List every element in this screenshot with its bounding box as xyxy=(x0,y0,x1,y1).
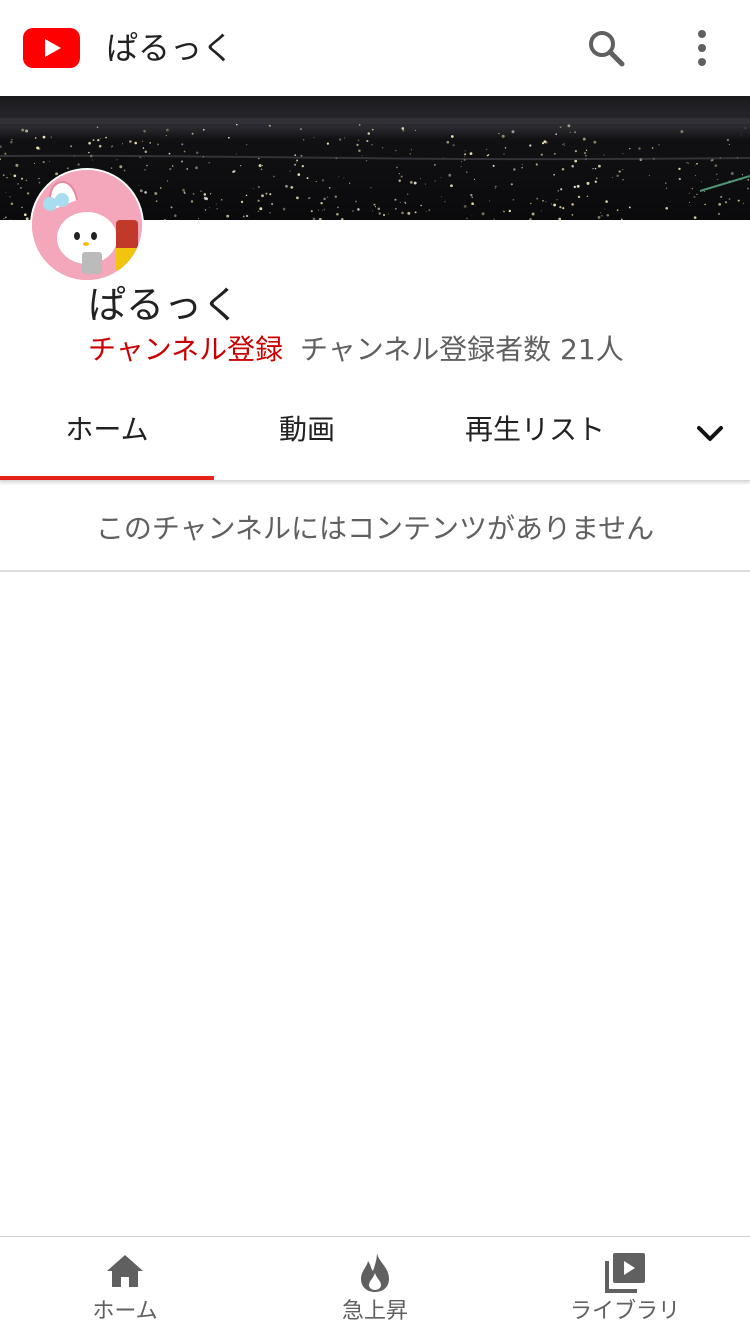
home-icon xyxy=(107,1255,143,1287)
top-app-bar: ぱるっく xyxy=(0,0,750,96)
tab-playlists[interactable]: 再生リスト xyxy=(420,384,650,480)
empty-content-message: このチャンネルにはコンテンツがありません xyxy=(0,482,750,572)
more-vert-icon[interactable] xyxy=(690,26,714,70)
nav-library-label: ライブラリ xyxy=(569,1299,680,1324)
nav-library[interactable]: ライブラリ xyxy=(500,1237,750,1335)
search-icon[interactable] xyxy=(584,26,628,70)
bottom-navigation: ホーム 急上昇 ライブラリ xyxy=(0,1236,750,1335)
nav-home[interactable]: ホーム xyxy=(0,1237,250,1335)
tab-home[interactable]: ホーム xyxy=(0,384,214,480)
subscribe-button[interactable]: チャンネル登録 xyxy=(88,330,283,370)
tab-playlists-label: 再生リスト xyxy=(464,413,605,446)
nav-trending-label: 急上昇 xyxy=(341,1299,408,1324)
library-icon xyxy=(605,1253,645,1293)
channel-name: ぱるっく xyxy=(88,283,241,327)
nav-home-label: ホーム xyxy=(92,1299,158,1324)
subscriber-count: チャンネル登録者数 21人 xyxy=(300,333,624,366)
channel-avatar[interactable] xyxy=(32,170,142,280)
trending-icon xyxy=(361,1253,389,1292)
tab-videos-label: 動画 xyxy=(278,413,335,446)
tab-home-label: ホーム xyxy=(65,413,149,446)
channel-tabs: ホーム 動画 再生リスト xyxy=(0,384,750,481)
active-tab-indicator xyxy=(0,476,214,480)
page-title: ぱるっく xyxy=(106,29,235,67)
chevron-down-icon[interactable] xyxy=(690,414,730,454)
nav-trending[interactable]: 急上昇 xyxy=(250,1237,500,1335)
youtube-logo-icon[interactable] xyxy=(23,28,80,68)
tab-videos[interactable]: 動画 xyxy=(214,384,400,480)
